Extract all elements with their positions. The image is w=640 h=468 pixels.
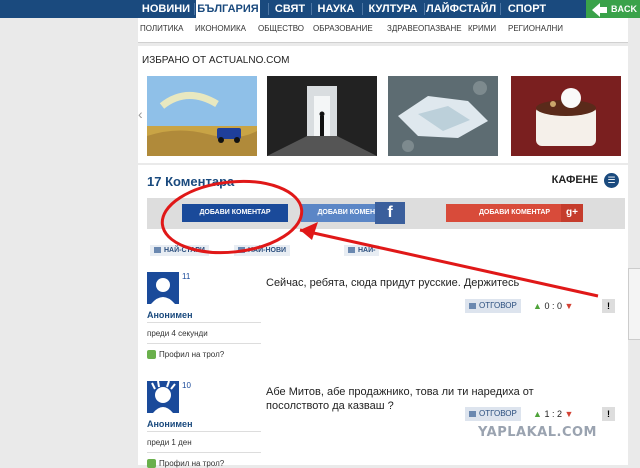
troll-icon (147, 459, 156, 468)
chat-icon (154, 247, 161, 254)
top-navigation: НОВИНИ БЪЛГАРИЯ СВЯТ НАУКА КУЛТУРА ЛАЙФС… (0, 0, 640, 18)
reply-label: ОТГОВОР (479, 409, 517, 418)
sort-popular[interactable]: НАЙ- (344, 245, 380, 256)
thumbs-down-icon[interactable]: ▼ (565, 409, 574, 419)
nav-separator (500, 3, 501, 15)
nav-separator (362, 3, 363, 15)
thumbs-up-icon[interactable]: ▲ (533, 301, 542, 311)
comment-number: 11 (182, 272, 191, 281)
sort-oldest[interactable]: НАЙ-СТАРИ (150, 245, 209, 256)
thumbnail-paraglider[interactable] (147, 76, 257, 156)
divider (147, 343, 261, 344)
thumbs-down-icon[interactable]: ▼ (565, 301, 574, 311)
watermark: YAPLAKAL.COM (478, 425, 597, 440)
avatar (147, 272, 179, 304)
avatar (147, 381, 179, 413)
nav-item-news[interactable]: НОВИНИ (138, 0, 194, 18)
comment-author[interactable]: Анонимен (147, 419, 193, 429)
downvote-count: 2 (557, 409, 563, 419)
subnav-item-politics[interactable]: ПОЛИТИКА (140, 24, 184, 33)
thumbnail-dessert[interactable] (511, 76, 621, 156)
facebook-icon: f (375, 202, 405, 224)
divider (147, 452, 261, 453)
cafe-chat-icon[interactable]: ☰ (604, 173, 619, 188)
cafe-link[interactable]: КАФЕНЕ (552, 174, 598, 186)
chat-icon (238, 247, 245, 254)
comment-number: 10 (182, 381, 191, 390)
comments-count-title: 17 Коментара (147, 174, 235, 189)
nav-item-sport[interactable]: СПОРТ (502, 0, 552, 18)
divider (147, 322, 261, 323)
downvote-count: 0 (557, 301, 563, 311)
back-arrow-icon (592, 3, 607, 17)
vote-separator: : (551, 301, 555, 311)
thumbnail-ice[interactable] (388, 76, 498, 156)
subnav-item-economy[interactable]: ИКОНОМИКА (195, 24, 246, 33)
sort-popular-label: НАЙ- (358, 247, 376, 254)
upvote-count: 0 (544, 301, 550, 311)
vote-separator: : (551, 409, 555, 419)
sort-oldest-label: НАЙ-СТАРИ (164, 247, 205, 254)
add-comment-google-button[interactable]: ДОБАВИ КОМЕНТАР g+ (446, 204, 583, 222)
nav-item-science[interactable]: НАУКА (313, 0, 359, 18)
comments-section: 17 Коментара ☰ КАФЕНЕ ДОБАВИ КОМЕНТАР ДО… (138, 165, 628, 468)
right-gutter (628, 18, 640, 463)
back-label: BACK (611, 4, 637, 14)
nav-item-world[interactable]: СВЯТ (270, 0, 310, 18)
sort-newest-label: НАЙ-НОВИ (248, 247, 287, 254)
troll-profile-label: Профил на трол? (159, 459, 225, 468)
add-comment-google-label: ДОБАВИ КОМЕНТАР (478, 209, 551, 216)
subnav-item-education[interactable]: ОБРАЗОВАНИЕ (313, 24, 373, 33)
side-widget (628, 268, 640, 340)
nav-item-bulgaria[interactable]: БЪЛГАРИЯ (196, 0, 260, 18)
subnav-item-regional[interactable]: РЕГИОНАЛНИ (508, 24, 563, 33)
featured-title: ИЗБРАНО ОТ ACTUALNO.COM (142, 55, 290, 66)
troll-profile-link[interactable]: Профил на трол? (147, 459, 224, 468)
nav-separator (194, 3, 195, 15)
comment-text: Сейчас, ребята, сюда придут русские. Дер… (266, 277, 520, 289)
subnav-divider (138, 42, 628, 43)
troll-icon (147, 350, 156, 360)
reply-icon (469, 302, 476, 309)
nav-separator (424, 3, 425, 15)
reply-label: ОТГОВОР (479, 301, 517, 310)
add-comment-bar: ДОБАВИ КОМЕНТАР ДОБАВИ КОМЕНТАР f ДОБАВИ… (147, 198, 625, 229)
subnav-item-health[interactable]: ЗДРАВЕОПАЗВАНЕ (387, 24, 462, 33)
subnav-item-society[interactable]: ОБЩЕСТВО (258, 24, 304, 33)
divider (147, 431, 261, 432)
upvote-count: 1 (544, 409, 550, 419)
add-comment-facebook-button[interactable]: ДОБАВИ КОМЕНТАР f (301, 202, 405, 224)
troll-profile-label: Профил на трол? (159, 350, 225, 359)
report-button[interactable]: ! (602, 299, 615, 313)
featured-panel: ИЗБРАНО ОТ ACTUALNO.COM ‹ (138, 46, 628, 163)
nav-item-culture[interactable]: КУЛТУРА (364, 0, 422, 18)
vote-controls: ▲ 0 : 0 ▼ (533, 299, 573, 313)
comment-author[interactable]: Анонимен (147, 310, 193, 320)
troll-profile-link[interactable]: Профил на трол? (147, 350, 225, 360)
nav-separator (268, 3, 269, 15)
google-plus-icon: g+ (561, 204, 583, 222)
sort-newest[interactable]: НАЙ-НОВИ (234, 245, 291, 256)
add-comment-button[interactable]: ДОБАВИ КОМЕНТАР (182, 204, 288, 222)
subnav-item-crime[interactable]: КРИМИ (468, 24, 496, 33)
vote-controls: ▲ 1 : 2 ▼ (533, 407, 573, 421)
comment-time: преди 4 секунди (147, 329, 208, 338)
nav-item-lifestyle[interactable]: ЛАЙФСТАЙЛ (426, 0, 496, 18)
reply-icon (469, 410, 476, 417)
thumbs-up-icon[interactable]: ▲ (533, 409, 542, 419)
comment-time: преди 1 ден (147, 438, 192, 447)
carousel-prev-icon[interactable]: ‹ (138, 106, 143, 122)
back-button[interactable]: BACK (586, 0, 640, 20)
chat-icon (348, 247, 355, 254)
reply-button[interactable]: ОТГОВОР (465, 299, 521, 313)
nav-separator (311, 3, 312, 15)
sub-navigation: ПОЛИТИКА ИКОНОМИКА ОБЩЕСТВО ОБРАЗОВАНИЕ … (138, 18, 628, 42)
report-button[interactable]: ! (602, 407, 615, 421)
thumbnail-tunnel[interactable] (267, 76, 377, 156)
reply-button[interactable]: ОТГОВОР (465, 407, 521, 421)
